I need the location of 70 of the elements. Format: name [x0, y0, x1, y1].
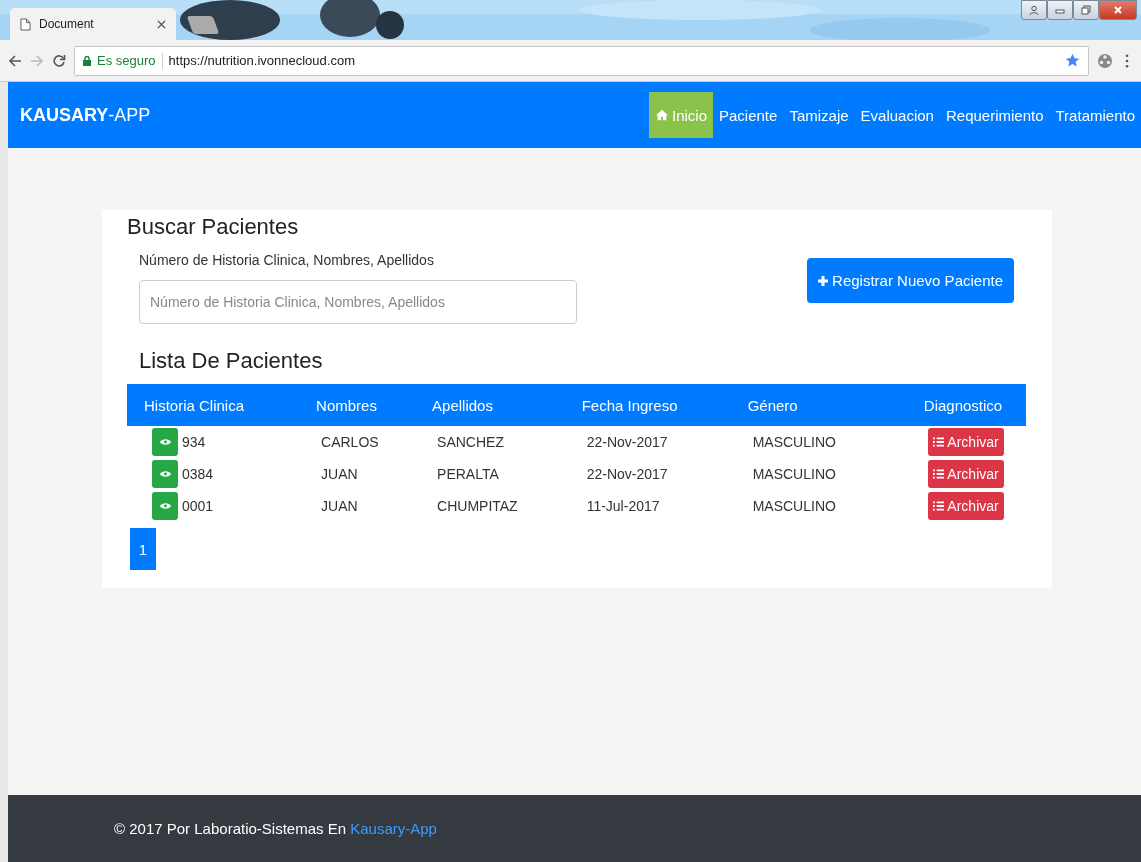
page-link[interactable]: 1 [130, 528, 156, 570]
nav-link[interactable]: Paciente [713, 92, 784, 138]
browser-tab[interactable]: Document [10, 8, 176, 40]
table-cell: 22-Nov-2017 [586, 466, 668, 482]
nav-link[interactable]: Inicio [648, 92, 713, 138]
address-bar[interactable]: Es seguro https://nutrition.ivonnecloud.com [74, 45, 1089, 76]
close-button[interactable] [1099, 0, 1137, 20]
table-cell: PERALTA [437, 466, 499, 482]
star-icon[interactable] [1065, 53, 1080, 68]
column-header: Historia Clinica [127, 384, 300, 426]
list-icon [933, 469, 945, 479]
close-icon [1113, 5, 1123, 15]
table-cell: MASCULINO [752, 498, 836, 514]
brand-logo[interactable]: KAUSARY-APP [20, 104, 151, 126]
table-cell: MASCULINO [752, 434, 836, 450]
nav-link[interactable]: Tratamiento [1049, 92, 1141, 138]
column-header: Género [730, 384, 885, 426]
url-text: https://nutrition.ivonnecloud.com [168, 53, 356, 68]
eye-icon [159, 470, 171, 478]
film-reel-icon[interactable] [1097, 52, 1113, 69]
column-header: Nombres [299, 384, 416, 426]
list-icon [933, 437, 945, 447]
search-field[interactable]: Número de Historia Clinica, Nombres, Apellidos [139, 280, 577, 324]
home-icon [654, 109, 669, 121]
table-cell: SANCHEZ [437, 434, 504, 450]
register-button[interactable]: Registrar Nuevo Paciente [807, 258, 1014, 303]
nav-link[interactable]: Tamizaje [783, 92, 855, 138]
table-cell: CARLOS [321, 434, 379, 450]
lock-icon [83, 55, 91, 66]
back-icon[interactable] [8, 53, 22, 68]
table-cell: JUAN [321, 466, 358, 482]
tab-title: Document [39, 17, 95, 31]
view-button[interactable] [152, 428, 178, 456]
table-cell: 934 [182, 434, 206, 450]
close-icon[interactable] [157, 19, 166, 29]
eye-icon [159, 502, 171, 510]
column-header: Diagnostico [884, 384, 1026, 426]
list-icon [933, 501, 945, 511]
column-header: Fecha Ingreso [564, 384, 731, 426]
footer-link[interactable]: Kausary-App [350, 820, 437, 837]
plus-icon [818, 275, 829, 286]
section-title: Lista De Pacientes [139, 348, 324, 374]
reload-icon[interactable] [52, 53, 66, 68]
user-icon [1029, 5, 1039, 15]
table-cell: JUAN [321, 498, 358, 514]
table-cell: 22-Nov-2017 [586, 434, 668, 450]
column-header: Apellidos [415, 384, 565, 426]
restore-button[interactable] [1073, 0, 1099, 20]
view-button[interactable] [152, 492, 178, 520]
profile-button[interactable] [1021, 0, 1047, 20]
security-label: Es seguro [97, 53, 156, 68]
nav-link[interactable]: Requerimiento [939, 92, 1050, 138]
table-cell: 0001 [182, 498, 214, 514]
menu-icon[interactable] [1125, 53, 1129, 68]
table-cell: CHUMPITAZ [437, 498, 518, 514]
copyright-text: © 2017 Por Laboratio-Sistemas En Kausary-App [114, 820, 437, 837]
minimize-button[interactable] [1047, 0, 1073, 20]
document-icon [20, 17, 31, 31]
view-button[interactable] [152, 460, 178, 488]
table-cell: MASCULINO [752, 466, 836, 482]
section-title: Buscar Pacientes [127, 214, 300, 240]
table-cell: 11-Jul-2017 [586, 498, 660, 514]
archive-button[interactable]: Archivar [928, 492, 1004, 520]
archive-button[interactable]: Archivar [928, 460, 1004, 488]
restore-icon [1081, 5, 1091, 15]
table-cell: 0384 [182, 466, 214, 482]
archive-button[interactable]: Archivar [928, 428, 1004, 456]
nav-link[interactable]: Evaluacion [854, 92, 940, 138]
field-label: Número de Historia Clinica, Nombres, Apellidos [139, 252, 435, 268]
eye-icon [159, 438, 171, 446]
